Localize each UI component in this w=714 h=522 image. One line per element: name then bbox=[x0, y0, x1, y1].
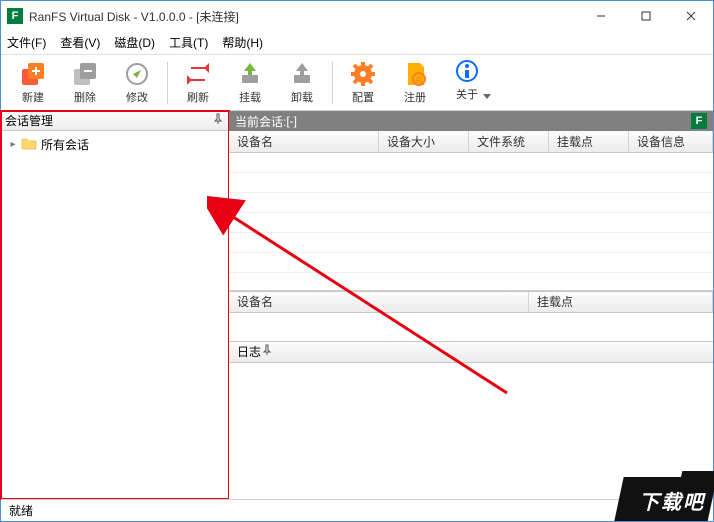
menu-view[interactable]: 查看(V) bbox=[60, 34, 100, 51]
col-mount-point[interactable]: 挂载点 bbox=[549, 131, 629, 152]
mount-label: 挂载 bbox=[239, 89, 261, 105]
current-session-bar: 当前会话: [-] F bbox=[229, 111, 713, 131]
about-label: 关于 bbox=[456, 86, 478, 102]
session-panel-header: 会话管理 bbox=[1, 111, 228, 131]
minimize-button[interactable] bbox=[578, 2, 623, 30]
unmount-icon bbox=[289, 61, 315, 87]
device-table-header: 设备名 设备大小 文件系统 挂载点 设备信息 bbox=[229, 131, 713, 153]
mount-col-device-name[interactable]: 设备名 bbox=[229, 292, 529, 312]
table-row bbox=[229, 253, 713, 273]
session-value: [-] bbox=[286, 114, 297, 128]
delete-icon bbox=[72, 61, 98, 87]
status-text: 就绪 bbox=[9, 502, 33, 519]
toolbar-separator bbox=[332, 62, 333, 104]
mount-table-header: 设备名 挂载点 bbox=[229, 291, 713, 313]
session-label-prefix: 当前会话: bbox=[235, 113, 286, 130]
col-device-name[interactable]: 设备名 bbox=[229, 131, 379, 152]
modify-button[interactable]: 修改 bbox=[111, 57, 163, 109]
app-icon: F bbox=[7, 8, 23, 24]
unmount-button[interactable]: 卸载 bbox=[276, 57, 328, 109]
delete-label: 删除 bbox=[74, 89, 96, 105]
app-window: F RanFS Virtual Disk - V1.0.0.0 - [未连接] … bbox=[0, 0, 714, 522]
body-area: 会话管理 ▸ 所有会话 当前会话: [-] bbox=[1, 111, 713, 499]
log-header: 日志 bbox=[229, 341, 713, 363]
table-row bbox=[229, 213, 713, 233]
pin-icon[interactable] bbox=[212, 113, 224, 128]
menu-help[interactable]: 帮助(H) bbox=[222, 34, 263, 51]
log-title: 日志 bbox=[237, 343, 261, 360]
table-row bbox=[229, 153, 713, 173]
table-row bbox=[229, 173, 713, 193]
refresh-button[interactable]: 刷新 bbox=[172, 57, 224, 109]
mount-table-body[interactable] bbox=[229, 313, 713, 341]
statusbar: 就绪 bbox=[1, 499, 713, 521]
menu-file[interactable]: 文件(F) bbox=[7, 34, 46, 51]
session-tree[interactable]: ▸ 所有会话 bbox=[1, 131, 228, 499]
new-button[interactable]: 新建 bbox=[7, 57, 59, 109]
session-panel-title: 会话管理 bbox=[5, 112, 53, 129]
window-controls bbox=[578, 2, 713, 30]
mount-section: 设备名 挂载点 bbox=[229, 291, 713, 341]
unmount-label: 卸载 bbox=[291, 89, 313, 105]
register-label: 注册 bbox=[404, 89, 426, 105]
pin-icon[interactable] bbox=[261, 344, 273, 359]
config-button[interactable]: 配置 bbox=[337, 57, 389, 109]
log-body[interactable] bbox=[229, 363, 713, 500]
modify-icon bbox=[124, 61, 150, 87]
about-button[interactable]: 关于 bbox=[441, 57, 493, 109]
table-row bbox=[229, 233, 713, 253]
tree-root-item[interactable]: ▸ 所有会话 bbox=[7, 135, 222, 153]
register-icon: R bbox=[402, 61, 428, 87]
new-label: 新建 bbox=[22, 89, 44, 105]
refresh-label: 刷新 bbox=[187, 89, 209, 105]
toolbar: 新建 删除 修改 刷新 挂载 bbox=[1, 55, 713, 111]
table-row bbox=[229, 193, 713, 213]
session-panel: 会话管理 ▸ 所有会话 bbox=[1, 111, 229, 499]
refresh-icon bbox=[185, 61, 211, 87]
delete-button[interactable]: 删除 bbox=[59, 57, 111, 109]
config-label: 配置 bbox=[352, 89, 374, 105]
col-device-info[interactable]: 设备信息 bbox=[629, 131, 713, 152]
session-app-icon: F bbox=[691, 113, 707, 129]
register-button[interactable]: R 注册 bbox=[389, 57, 441, 109]
maximize-button[interactable] bbox=[623, 2, 668, 30]
modify-label: 修改 bbox=[126, 89, 148, 105]
menu-tool[interactable]: 工具(T) bbox=[169, 34, 208, 51]
device-table-body[interactable] bbox=[229, 153, 713, 291]
col-file-system[interactable]: 文件系统 bbox=[469, 131, 549, 152]
titlebar: F RanFS Virtual Disk - V1.0.0.0 - [未连接] bbox=[1, 1, 713, 31]
about-icon bbox=[454, 58, 480, 84]
col-device-size[interactable]: 设备大小 bbox=[379, 131, 469, 152]
mount-col-mount-point[interactable]: 挂载点 bbox=[529, 292, 713, 312]
toolbar-separator bbox=[167, 62, 168, 104]
folder-icon bbox=[21, 136, 37, 152]
mount-button[interactable]: 挂载 bbox=[224, 57, 276, 109]
tree-root-label: 所有会话 bbox=[41, 136, 89, 153]
content-panel: 当前会话: [-] F 设备名 设备大小 文件系统 挂载点 设备信息 bbox=[229, 111, 713, 499]
gear-icon bbox=[350, 61, 376, 87]
svg-text:R: R bbox=[416, 76, 422, 85]
menubar: 文件(F) 查看(V) 磁盘(D) 工具(T) 帮助(H) bbox=[1, 31, 713, 55]
mount-icon bbox=[237, 61, 263, 87]
close-button[interactable] bbox=[668, 2, 713, 30]
window-title: RanFS Virtual Disk - V1.0.0.0 - [未连接] bbox=[29, 8, 578, 25]
tree-expander-icon[interactable]: ▸ bbox=[7, 139, 19, 150]
new-icon bbox=[20, 61, 46, 87]
menu-disk[interactable]: 磁盘(D) bbox=[114, 34, 155, 51]
